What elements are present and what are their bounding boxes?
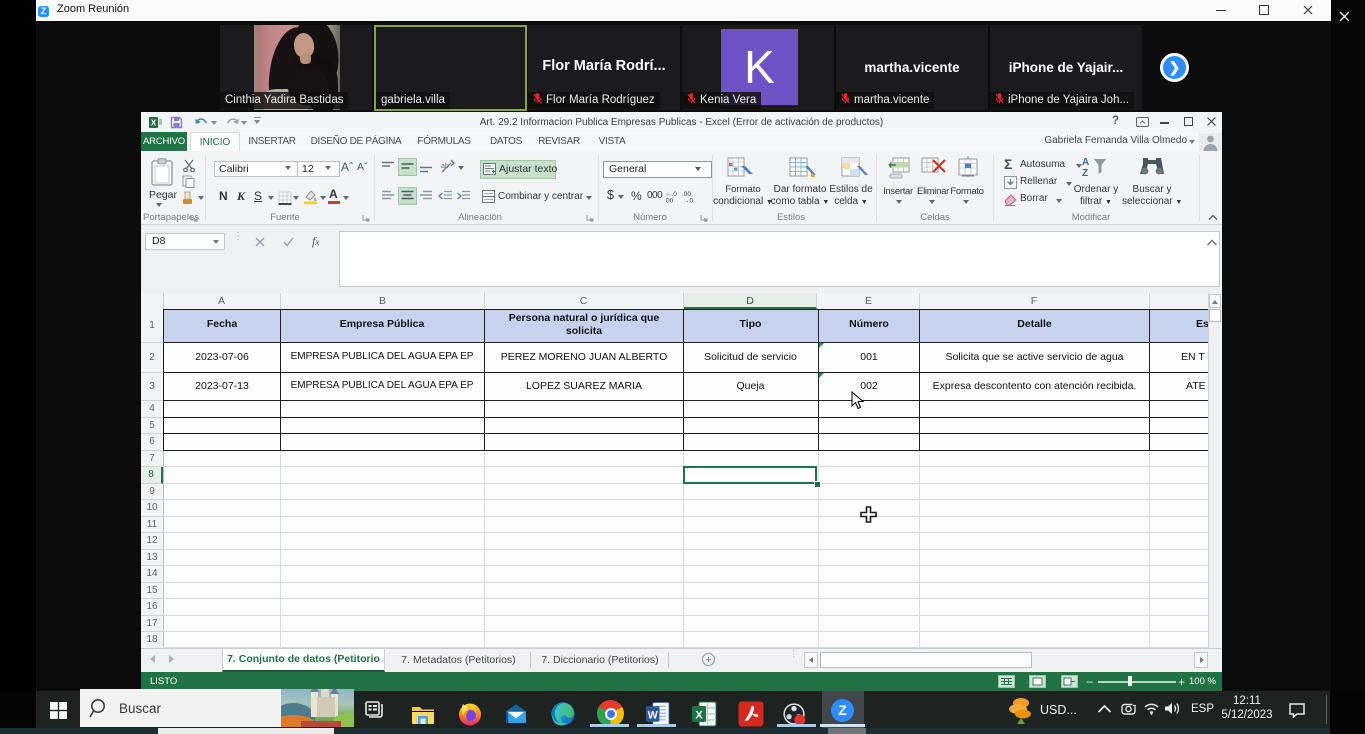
svg-text:ab: ab	[441, 163, 449, 170]
svg-text:→0: →0	[683, 198, 694, 204]
svg-text:A: A	[1082, 157, 1089, 168]
svg-text:W: W	[648, 709, 658, 721]
svg-text:Z: Z	[1082, 168, 1088, 179]
svg-text:X: X	[695, 710, 703, 722]
svg-text:00: 00	[666, 198, 674, 204]
